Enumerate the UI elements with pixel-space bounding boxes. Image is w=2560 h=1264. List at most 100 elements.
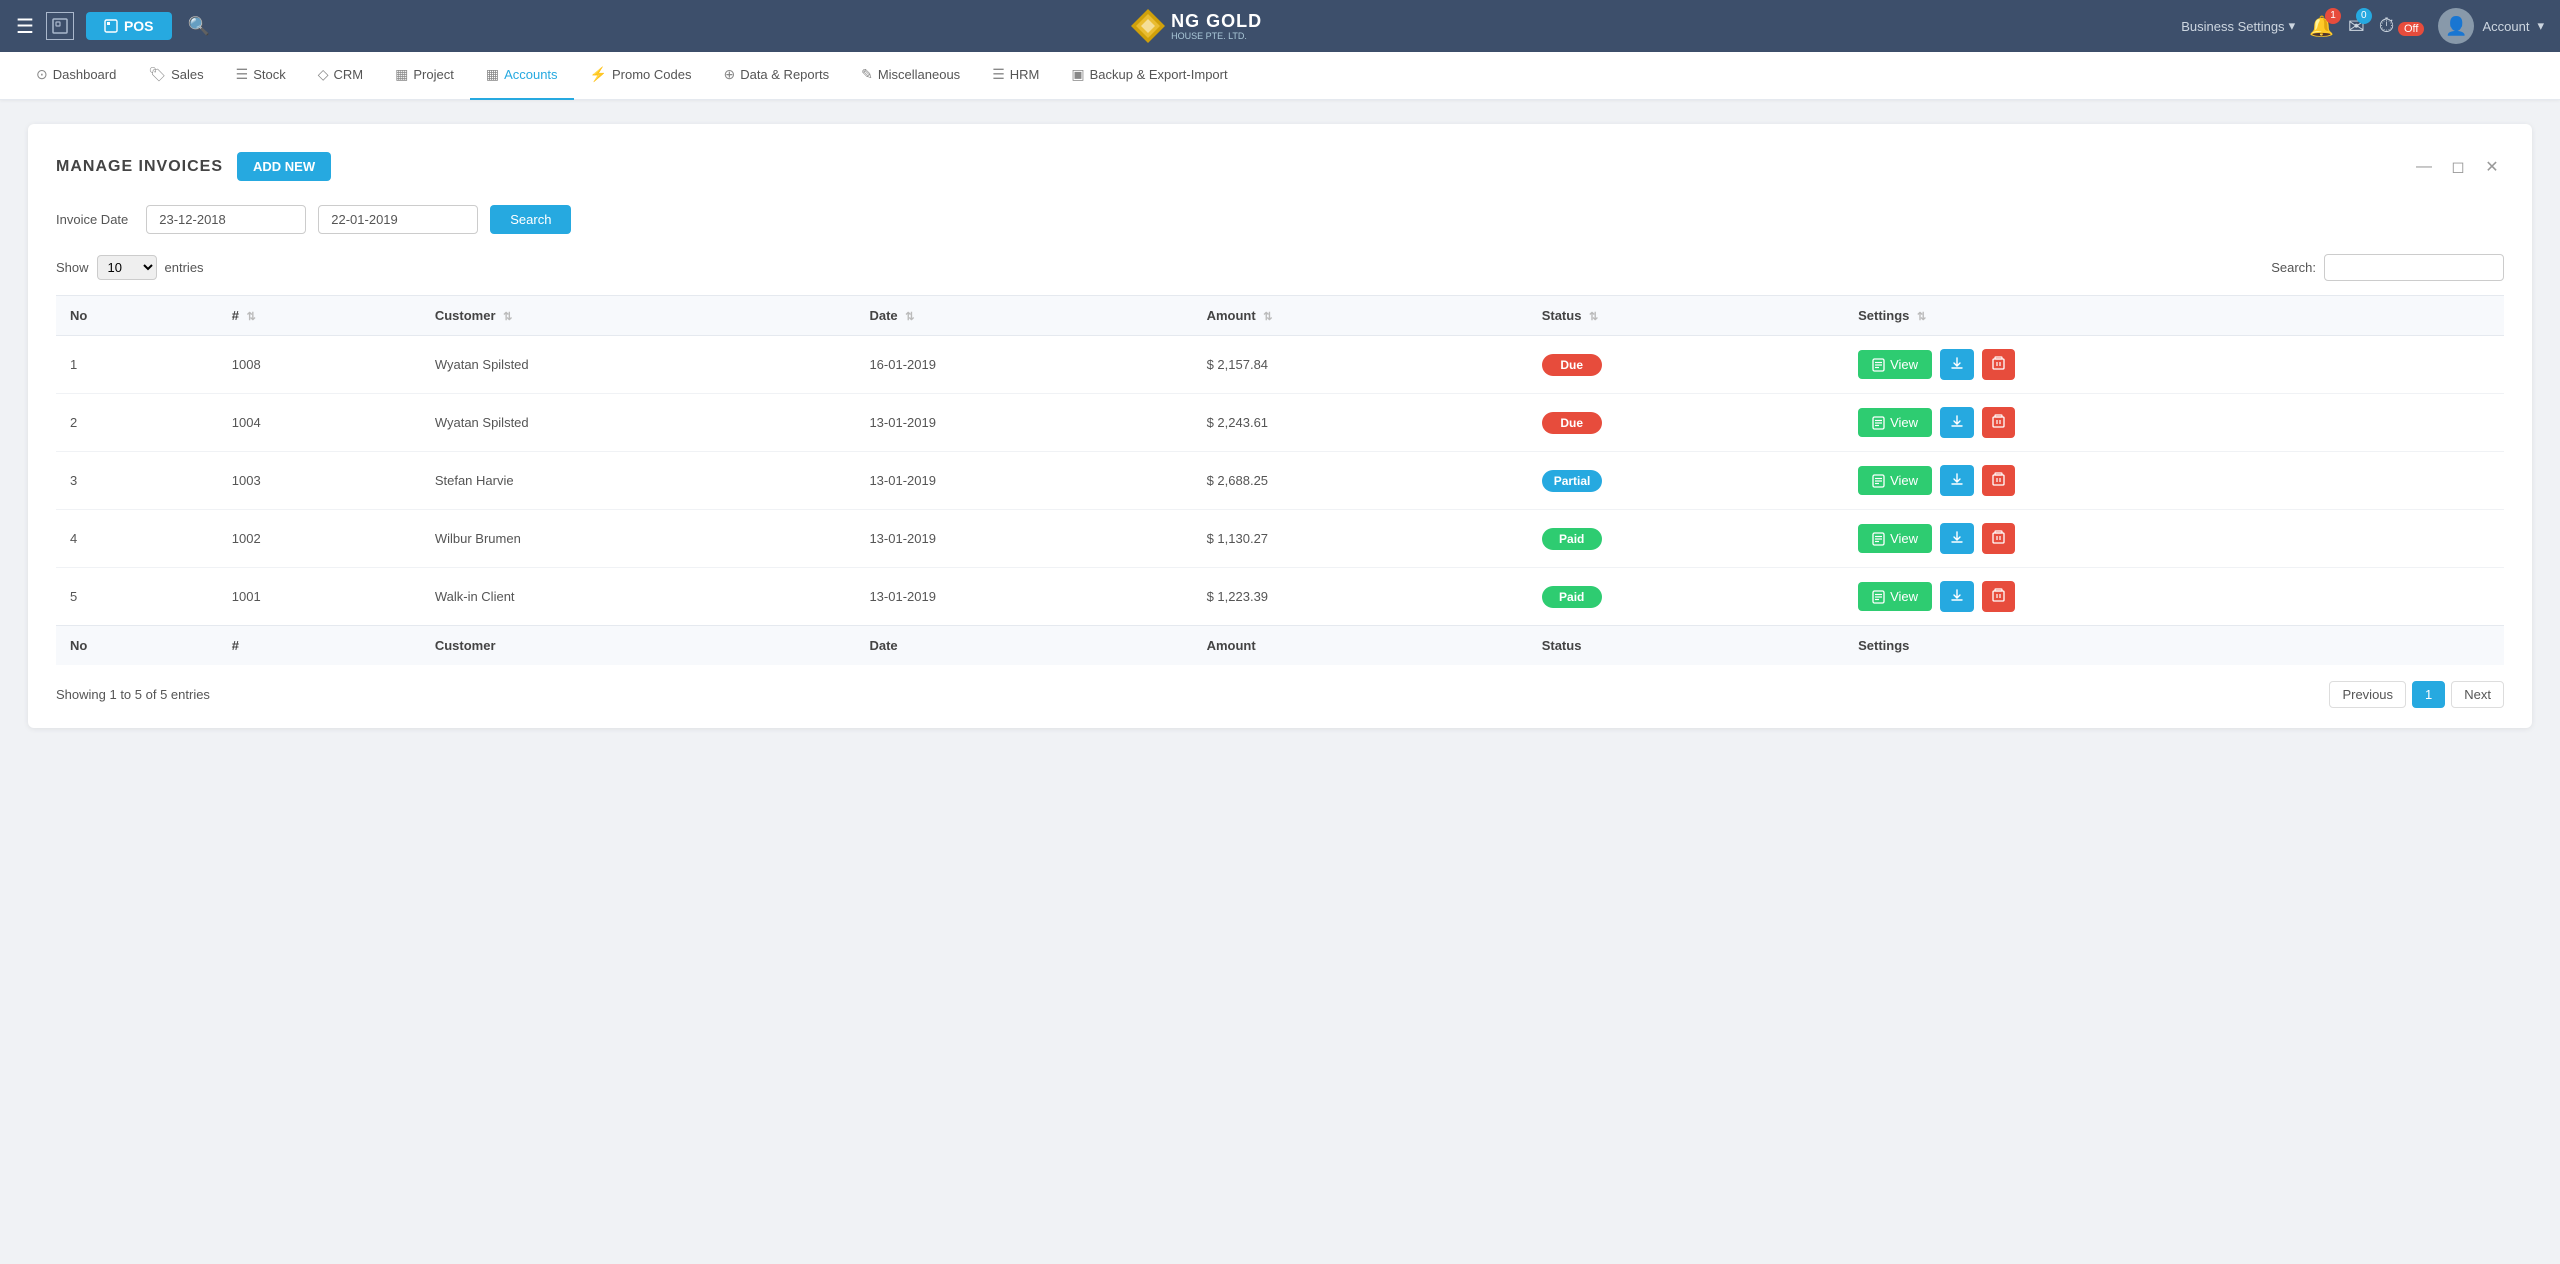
table-footer-row: No # Customer Date Amount Status Setting…: [56, 626, 2504, 666]
cell-customer: Wyatan Spilsted: [421, 394, 856, 452]
cell-status: Paid: [1528, 568, 1844, 626]
status-badge: Partial: [1542, 470, 1603, 492]
cell-no: 1: [56, 336, 218, 394]
table-row: 5 1001 Walk-in Client 13-01-2019 $ 1,223…: [56, 568, 2504, 626]
timer-icon[interactable]: ⏱ Off: [2379, 15, 2425, 38]
add-new-button[interactable]: ADD NEW: [237, 152, 331, 181]
table-row: 1 1008 Wyatan Spilsted 16-01-2019 $ 2,15…: [56, 336, 2504, 394]
col-date[interactable]: Date ⇅: [855, 296, 1192, 336]
table-row: 2 1004 Wyatan Spilsted 13-01-2019 $ 2,24…: [56, 394, 2504, 452]
view-button[interactable]: View: [1858, 350, 1932, 379]
delete-button[interactable]: [1982, 349, 2015, 380]
hamburger-icon[interactable]: ☰: [16, 14, 34, 39]
maximize-button[interactable]: ◻: [2446, 155, 2470, 179]
card-header: MANAGE INVOICES ADD NEW — ◻ ✕: [56, 152, 2504, 181]
view-button[interactable]: View: [1858, 466, 1932, 495]
prev-button[interactable]: Previous: [2329, 681, 2406, 708]
col-hash[interactable]: # ⇅: [218, 296, 421, 336]
search-table-label: Search:: [2271, 260, 2316, 275]
nav-item-sales[interactable]: 🏷 Sales: [132, 52, 219, 100]
logo-sub: HOUSE PTE. LTD.: [1171, 32, 1262, 41]
entries-select[interactable]: 10 25 50: [97, 255, 157, 280]
topbar-right: Business Settings ▾ 🔔 1 ✉ 0 ⏱ Off 👤 Acco…: [2181, 8, 2544, 44]
next-button[interactable]: Next: [2451, 681, 2504, 708]
download-button[interactable]: [1940, 465, 1974, 496]
nav-item-project[interactable]: ▦ Project: [379, 52, 470, 100]
status-badge: Due: [1542, 354, 1602, 376]
nav-item-promo[interactable]: ⚡ Promo Codes: [574, 52, 708, 100]
cell-hash: 1008: [218, 336, 421, 394]
col-customer[interactable]: Customer ⇅: [421, 296, 856, 336]
show-entries-left: Show 10 25 50 entries: [56, 255, 204, 280]
accounts-icon: ▦: [486, 66, 499, 83]
col-amount[interactable]: Amount ⇅: [1193, 296, 1528, 336]
cell-date: 13-01-2019: [855, 452, 1192, 510]
notification-badge: 1: [2325, 8, 2341, 24]
show-entries-row: Show 10 25 50 entries Search:: [56, 254, 2504, 281]
view-button[interactable]: View: [1858, 524, 1932, 553]
reports-icon: ⊕: [723, 66, 735, 83]
crm-icon: ◇: [318, 66, 329, 83]
download-button[interactable]: [1940, 407, 1974, 438]
cell-settings: View: [1844, 452, 2504, 510]
nav-item-stock[interactable]: ☰ Stock: [220, 52, 302, 100]
nav-item-dashboard[interactable]: ⊙ Dashboard: [20, 52, 132, 100]
cell-date: 16-01-2019: [855, 336, 1192, 394]
date-from-input[interactable]: [146, 205, 306, 234]
cell-settings: View: [1844, 568, 2504, 626]
search-button[interactable]: Search: [490, 205, 571, 234]
page-title: MANAGE INVOICES: [56, 158, 223, 176]
biz-settings[interactable]: Business Settings ▾: [2181, 18, 2295, 34]
stock-icon: ☰: [236, 66, 249, 83]
view-button[interactable]: View: [1858, 408, 1932, 437]
notification-icon[interactable]: 🔔 1: [2309, 14, 2334, 39]
search-table-input[interactable]: [2324, 254, 2504, 281]
message-icon[interactable]: ✉ 0: [2348, 14, 2365, 39]
col-settings[interactable]: Settings ⇅: [1844, 296, 2504, 336]
date-to-input[interactable]: [318, 205, 478, 234]
cell-customer: Stefan Harvie: [421, 452, 856, 510]
view-button[interactable]: View: [1858, 582, 1932, 611]
cell-status: Due: [1528, 336, 1844, 394]
table-row: 4 1002 Wilbur Brumen 13-01-2019 $ 1,130.…: [56, 510, 2504, 568]
nav-item-reports[interactable]: ⊕ Data & Reports: [707, 52, 845, 100]
download-button[interactable]: [1940, 523, 1974, 554]
page-1-button[interactable]: 1: [2412, 681, 2445, 708]
project-icon: ▦: [395, 66, 408, 83]
cell-amount: $ 2,688.25: [1193, 452, 1528, 510]
cell-amount: $ 1,130.27: [1193, 510, 1528, 568]
pos-button[interactable]: POS: [86, 12, 172, 40]
download-button[interactable]: [1940, 349, 1974, 380]
footer-amount: Amount: [1193, 626, 1528, 666]
delete-button[interactable]: [1982, 465, 2015, 496]
cell-date: 13-01-2019: [855, 568, 1192, 626]
footer-customer: Customer: [421, 626, 856, 666]
cell-settings: View: [1844, 394, 2504, 452]
cell-no: 5: [56, 568, 218, 626]
nav-item-crm[interactable]: ◇ CRM: [302, 52, 379, 100]
cell-hash: 1002: [218, 510, 421, 568]
cell-customer: Wyatan Spilsted: [421, 336, 856, 394]
delete-button[interactable]: [1982, 523, 2015, 554]
minimize-button[interactable]: —: [2412, 155, 2436, 179]
crop-icon[interactable]: [46, 12, 74, 40]
status-badge: Due: [1542, 412, 1602, 434]
nav-item-accounts[interactable]: ▦ Accounts: [470, 52, 574, 100]
close-button[interactable]: ✕: [2480, 155, 2504, 179]
download-button[interactable]: [1940, 581, 1974, 612]
col-status[interactable]: Status ⇅: [1528, 296, 1844, 336]
search-right: Search:: [2271, 254, 2504, 281]
delete-button[interactable]: [1982, 407, 2015, 438]
nav-item-backup[interactable]: ▣ Backup & Export-Import: [1055, 52, 1243, 100]
logo-area: NG GOLD HOUSE PTE. LTD.: [1129, 7, 1262, 45]
account-area[interactable]: 👤 Account ▾: [2438, 8, 2544, 44]
hrm-icon: ☰: [992, 66, 1005, 83]
table-row: 3 1003 Stefan Harvie 13-01-2019 $ 2,688.…: [56, 452, 2504, 510]
search-icon[interactable]: 🔍: [188, 16, 210, 37]
entries-label: entries: [165, 260, 204, 275]
nav-item-hrm[interactable]: ☰ HRM: [976, 52, 1055, 100]
status-badge: Paid: [1542, 528, 1602, 550]
nav-item-misc[interactable]: ✎ Miscellaneous: [845, 52, 976, 100]
delete-button[interactable]: [1982, 581, 2015, 612]
filter-row: Invoice Date Search: [56, 205, 2504, 234]
